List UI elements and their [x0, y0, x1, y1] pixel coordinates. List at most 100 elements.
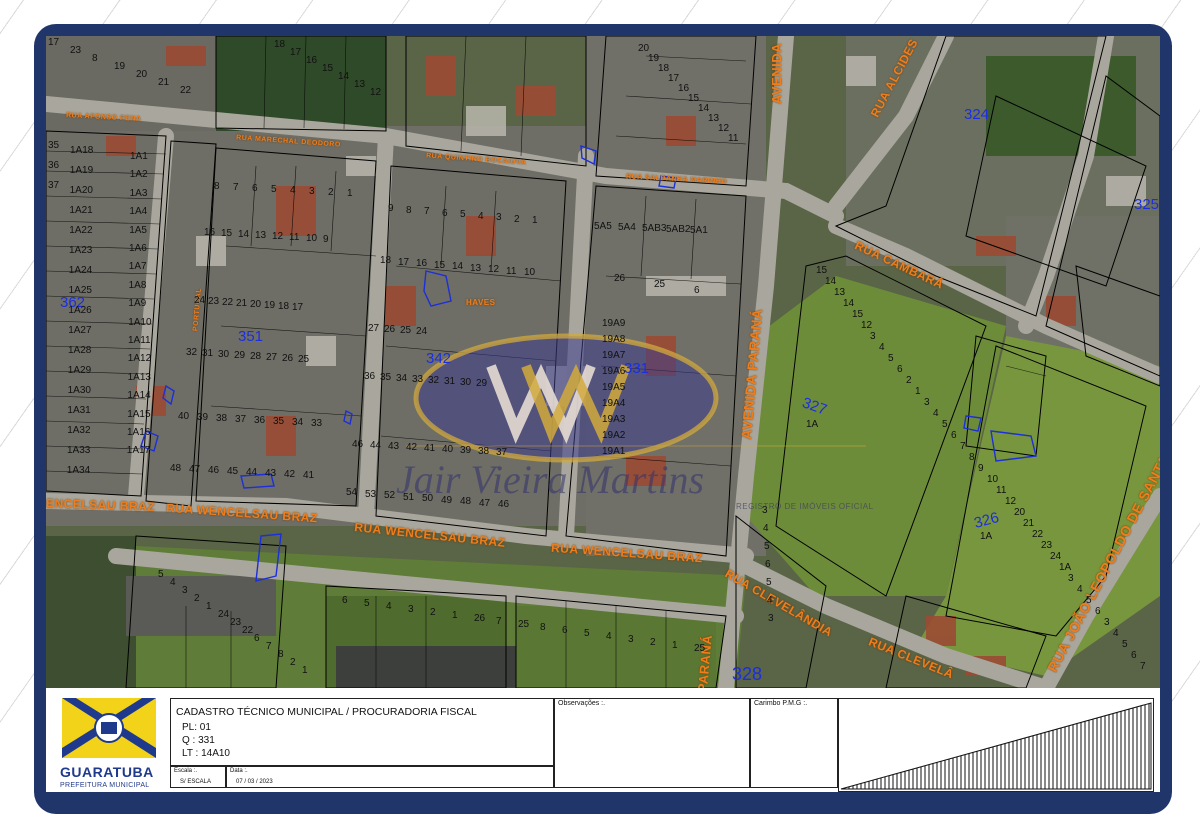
lot-label: 1 [452, 610, 458, 621]
lot-label: 52 [384, 490, 396, 501]
lot-label: 5 [888, 353, 894, 364]
lot-label: 1 [672, 640, 678, 651]
lot-label: 22 [242, 625, 254, 636]
lot-label: 1A20 [69, 185, 93, 196]
lot-label: 9 [323, 234, 329, 245]
lot-label: 14 [825, 276, 837, 287]
lot-label: 19 [114, 61, 126, 72]
lot-label: 1A27 [68, 325, 92, 336]
watermark-subtitle: REGISTRO DE IMÓVEIS OFICIAL [736, 502, 874, 511]
lot-label: 6 [951, 430, 957, 441]
lot-label: 22 [222, 297, 234, 308]
lot-label: 2 [194, 593, 200, 604]
lot-label: 53 [365, 488, 377, 500]
lot-label: 15 [221, 228, 233, 239]
lot-label: 13 [255, 230, 267, 241]
lot-label: 11 [996, 485, 1007, 496]
lot-label: 13 [354, 79, 366, 90]
lot-label: 1A22 [69, 225, 93, 236]
aerial-map[interactable]: RUA AFONSO PENA RUA MARECHAL DEODORO RUA… [46, 36, 1160, 688]
lot-label: 1 [206, 601, 212, 612]
lot-label: 1A1 [130, 151, 148, 162]
lot-label: 2 [290, 657, 296, 668]
lot-label: 7 [1140, 661, 1146, 672]
lot-label: 38 [216, 413, 228, 424]
title-block: GUARATUBA PREFEITURA MUNICIPAL CADASTRO … [46, 688, 1160, 792]
lot-label: 12 [370, 87, 382, 98]
lot-label: 26 [614, 273, 626, 284]
lot-label: 24 [194, 295, 206, 306]
lot-label: 21 [1023, 518, 1035, 529]
lot-label: 3 [628, 634, 634, 645]
lot-label: 4 [763, 523, 769, 534]
lot-label: 41 [424, 443, 436, 454]
quadra-value: Q : 331 [182, 735, 215, 746]
guaratuba-logo: GUARATUBA PREFEITURA MUNICIPAL [46, 688, 170, 792]
lot-label: 8 [540, 622, 546, 633]
lot-label: 6 [442, 207, 448, 219]
lot-label: 1A26 [68, 305, 92, 316]
watermark-signature: Jair Vieira Martins [396, 457, 705, 502]
lot-label: 1A12 [127, 353, 152, 365]
lot-label: 8 [214, 181, 220, 192]
block-number: 331 [624, 360, 650, 377]
aerial-map-graphics [46, 36, 1160, 688]
lot-label: 20 [250, 299, 262, 310]
lot-label: 1A23 [69, 245, 93, 256]
lot-label: 34 [292, 417, 304, 428]
lot-label: 21 [236, 298, 248, 309]
lot-label: 32 [428, 375, 440, 386]
lot-label: 19 [264, 300, 276, 311]
observacoes-cell [554, 698, 750, 788]
lot-label: 26 [474, 613, 486, 624]
lot-label: 5A5 [594, 221, 612, 232]
lot-label: 40 [442, 444, 454, 455]
lot-label: 4 [478, 210, 484, 222]
lot-label: 6 [252, 183, 258, 194]
lot-label: 1 [915, 386, 921, 397]
lot-label: 1A19 [69, 165, 94, 176]
lot-label: 18 [274, 39, 286, 50]
lot-label: 5 [584, 628, 590, 639]
hatched-cell [838, 698, 1154, 792]
lot-label: 34 [396, 373, 408, 384]
lot-label: 1A4 [129, 206, 148, 218]
lot-label: 39 [197, 412, 209, 423]
lot-label: 5 [1122, 639, 1128, 650]
lot-label: 4 [879, 342, 885, 353]
lot-label: 1A15 [127, 408, 151, 420]
lot-label: 3 [496, 212, 502, 223]
lot-label: 7 [424, 206, 430, 217]
lot-label: 23 [1041, 540, 1053, 551]
lot-label: 10 [306, 233, 318, 244]
lot-label: 19A7 [602, 350, 626, 361]
lot-label: 6 [765, 559, 771, 570]
lot-label: 20 [1014, 507, 1026, 518]
lot-label: 17 [290, 47, 302, 58]
lot-label: 19A3 [602, 414, 626, 425]
lot-label: 12 [1005, 496, 1017, 507]
lot-label: 5 [364, 598, 370, 609]
lot-label: 6 [562, 625, 568, 636]
lot-label: 14 [843, 298, 855, 309]
lot-label: 8 [278, 649, 284, 660]
street-label: HAVES [466, 298, 496, 307]
lot-label: 3 [870, 331, 876, 342]
block-number: 342 [426, 350, 452, 367]
lot-label: 16 [204, 227, 216, 238]
lot-label: 30 [218, 349, 230, 360]
lot-label: 4 [386, 601, 392, 612]
lot-label: 1A21 [69, 205, 93, 216]
lot-label: 1A32 [67, 425, 91, 436]
lot-label: 6 [897, 364, 903, 375]
carimbo-label: Carimbo P.M.G :. [754, 700, 808, 707]
lot-label: 33 [311, 418, 323, 429]
lot-label: 4 [1077, 584, 1083, 595]
lot-label: 5 [766, 577, 772, 588]
lot-label: 35 [48, 140, 60, 151]
lot-label: 19A4 [602, 398, 626, 409]
data-value: 07 / 03 / 2023 [236, 779, 273, 785]
logo-subtitle: PREFEITURA MUNICIPAL [60, 782, 150, 789]
lot-label: 1A5 [129, 224, 147, 236]
data-label: Data :. [230, 768, 248, 774]
